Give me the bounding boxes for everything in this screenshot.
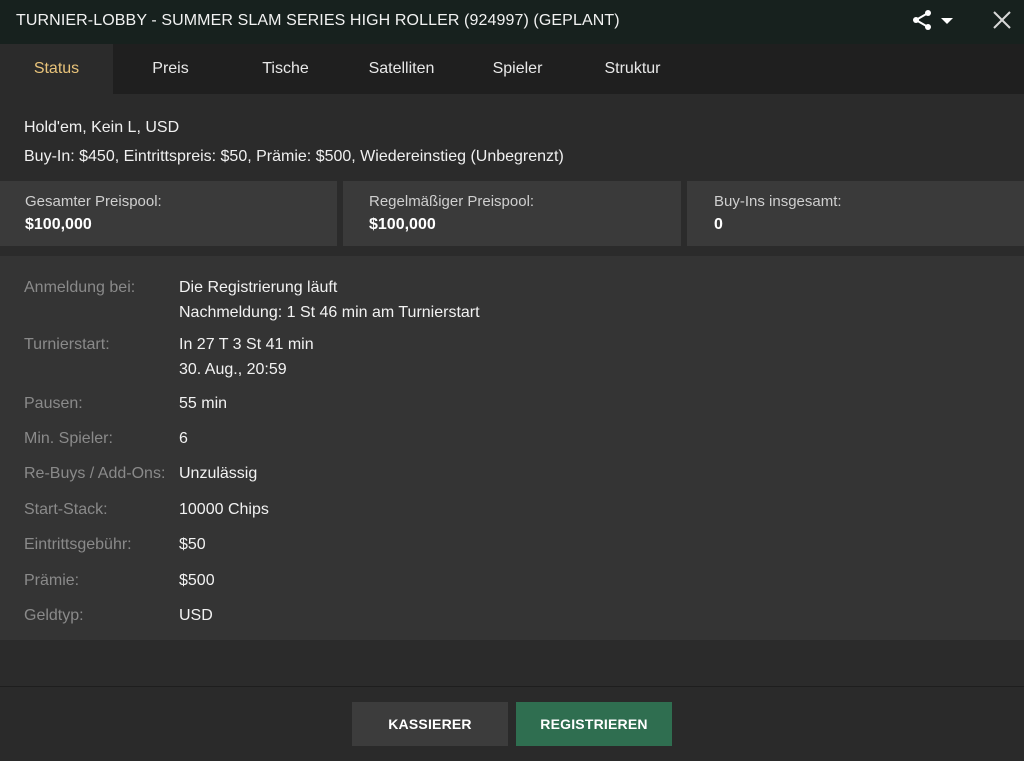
stat-total-prizepool: Gesamter Preispool: $100,000 — [0, 181, 337, 246]
detail-label: Eintrittsgebühr: — [24, 536, 132, 553]
game-type: Hold'em, Kein L, USD — [24, 119, 180, 136]
caret-down-icon — [940, 13, 954, 31]
detail-value: 55 min — [179, 395, 228, 412]
close-icon — [992, 10, 1012, 35]
detail-value: USD — [179, 607, 213, 624]
detail-value: In 27 T 3 St 41 min — [179, 336, 314, 353]
title-bar: TURNIER-LOBBY - SUMMER SLAM SERIES HIGH … — [0, 0, 1024, 44]
detail-label: Min. Spieler: — [24, 430, 113, 447]
detail-value-secondary: Nachmeldung: 1 St 46 min am Turnierstart — [179, 304, 480, 321]
tab-bar: Status Preis Tische Satelliten Spieler S… — [0, 44, 1024, 94]
stat-regular-prizepool: Regelmäßiger Preispool: $100,000 — [343, 181, 681, 246]
share-icon — [910, 8, 934, 37]
detail-value: Die Registrierung läuft — [179, 279, 338, 296]
detail-value-secondary: 30. Aug., 20:59 — [179, 361, 287, 378]
details-panel: Anmeldung bei: Die Registrierung läuft N… — [0, 256, 1024, 640]
tab-tische[interactable]: Tische — [228, 44, 343, 94]
stat-total-buyins: Buy-Ins insgesamt: 0 — [687, 181, 1024, 246]
detail-label: Geldtyp: — [24, 607, 84, 624]
cashier-button[interactable]: KASSIERER — [352, 702, 508, 746]
detail-value: Unzulässig — [179, 465, 258, 482]
stat-label: Regelmäßiger Preispool: — [369, 193, 535, 210]
detail-label: Pausen: — [24, 395, 83, 412]
tab-satelliten[interactable]: Satelliten — [343, 44, 460, 94]
detail-value: 10000 Chips — [179, 501, 269, 518]
tournament-info: Hold'em, Kein L, USD Buy-In: $450, Eintr… — [24, 113, 564, 171]
register-button[interactable]: REGISTRIEREN — [516, 702, 672, 746]
detail-label: Start-Stack: — [24, 501, 108, 518]
detail-label: Re-Buys / Add-Ons: — [24, 465, 166, 482]
stat-value: $100,000 — [25, 216, 92, 233]
detail-value: $50 — [179, 536, 206, 553]
share-button[interactable] — [910, 8, 962, 36]
tab-struktur[interactable]: Struktur — [575, 44, 690, 94]
footer-bar: KASSIERER REGISTRIEREN — [0, 686, 1024, 761]
detail-label: Anmeldung bei: — [24, 279, 136, 296]
fee-summary: Buy-In: $450, Eintrittspreis: $50, Prämi… — [24, 148, 564, 165]
detail-value: $500 — [179, 572, 215, 589]
stat-label: Gesamter Preispool: — [25, 193, 162, 210]
tab-preis[interactable]: Preis — [113, 44, 228, 94]
detail-label: Turnierstart: — [24, 336, 110, 353]
stat-label: Buy-Ins insgesamt: — [714, 193, 842, 210]
tab-status[interactable]: Status — [0, 44, 113, 94]
detail-value: 6 — [179, 430, 188, 447]
tab-spieler[interactable]: Spieler — [460, 44, 575, 94]
stat-value: 0 — [714, 216, 723, 233]
close-button[interactable] — [988, 8, 1016, 36]
window-title: TURNIER-LOBBY - SUMMER SLAM SERIES HIGH … — [16, 12, 620, 29]
detail-label: Prämie: — [24, 572, 80, 589]
prize-stats: Gesamter Preispool: $100,000 Regelmäßige… — [0, 181, 1024, 246]
stat-value: $100,000 — [369, 216, 436, 233]
